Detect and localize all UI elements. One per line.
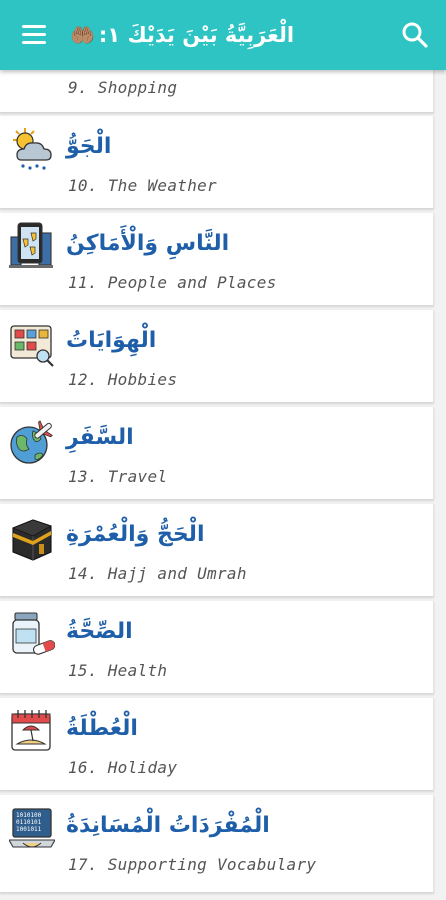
lesson-title-arabic: الْمُفْرَدَاتُ الْمُسَانِدَةُ xyxy=(66,813,270,838)
medicine-icon xyxy=(12,612,55,655)
weather-icon xyxy=(13,128,52,170)
hamburger-menu-icon[interactable] xyxy=(18,22,52,48)
lesson-title-arabic: السَّفَرِ xyxy=(66,425,134,450)
lesson-title-arabic: الْعُطْلَةُ xyxy=(66,716,138,741)
lesson-title-arabic: الْهِوَايَاتُ xyxy=(66,328,157,353)
city-map-icon xyxy=(9,222,53,268)
lesson-title-arabic: النَّاسِ وَالْأَمَاكِنُ xyxy=(66,231,230,256)
praying-hands-icon: 🤲🏽 xyxy=(70,23,95,47)
lesson-title-arabic: الْجَوُّ xyxy=(66,134,112,159)
lesson-card-holiday[interactable]: الْعُطْلَةُ 16. Holiday xyxy=(0,698,434,791)
lesson-title-english: 9. Shopping xyxy=(68,78,178,97)
lesson-card-weather[interactable]: الْجَوُّ 10. The Weather xyxy=(0,116,434,209)
lesson-title-english: 11. People and Places xyxy=(68,273,277,292)
lesson-title-english: 15. Health xyxy=(68,661,168,680)
lesson-title-english: 13. Travel xyxy=(68,467,168,486)
lesson-card-hajj-umrah[interactable]: الْحَجُّ وَالْعُمْرَةِ 14. Hajj and Umra… xyxy=(0,504,434,597)
app-title: الْعَرَبِيَّةُ بَيْنَ يَدَيْكَ ١: 🤲🏽 xyxy=(66,17,294,53)
lesson-card-people-places[interactable]: النَّاسِ وَالْأَمَاكِنُ 11. People and P… xyxy=(0,213,434,306)
lesson-title-english: 16. Holiday xyxy=(68,758,178,777)
svg-text:1001011: 1001011 xyxy=(16,826,42,833)
lesson-card-health[interactable]: الصِّحَّةُ 15. Health xyxy=(0,601,434,694)
svg-text:1010100: 1010100 xyxy=(16,812,42,819)
globe-plane-icon xyxy=(10,420,53,464)
lesson-title-arabic: الْحَجُّ وَالْعُمْرَةِ xyxy=(66,522,205,547)
hobbies-icon xyxy=(10,325,54,367)
lesson-title-arabic: الصِّحَّةُ xyxy=(66,619,133,644)
svg-text:0110101: 0110101 xyxy=(16,819,42,826)
calendar-beach-icon xyxy=(11,710,51,751)
lesson-title-english: 14. Hajj and Umrah xyxy=(68,564,247,583)
lesson-card-supporting-vocabulary[interactable]: 1010100 0110101 1001011 الْمُفْرَدَاتُ ا… xyxy=(0,795,434,893)
search-icon[interactable] xyxy=(398,18,432,52)
lesson-card-travel[interactable]: السَّفَرِ 13. Travel xyxy=(0,407,434,500)
lesson-title-english: 12. Hobbies xyxy=(68,370,178,389)
app-bar: الْعَرَبِيَّةُ بَيْنَ يَدَيْكَ ١: 🤲🏽 xyxy=(0,0,446,70)
lesson-title-english: 10. The Weather xyxy=(68,176,217,195)
lesson-card-hobbies[interactable]: الْهِوَايَاتُ 12. Hobbies xyxy=(0,310,434,403)
app-title-text: الْعَرَبِيَّةُ بَيْنَ يَدَيْكَ ١: xyxy=(98,23,295,47)
lesson-title-english: 17. Supporting Vocabulary xyxy=(68,855,317,874)
kaaba-icon xyxy=(11,519,52,561)
binary-laptop-icon: 1010100 0110101 1001011 xyxy=(9,808,55,848)
